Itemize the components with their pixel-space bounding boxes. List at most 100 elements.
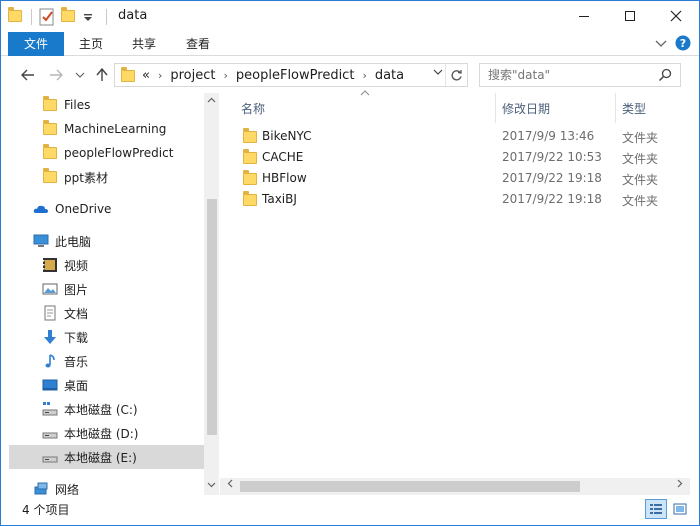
address-bar[interactable]: « › project › peopleFlowPredict › data xyxy=(114,63,468,87)
ribbon-tabs: 文件 主页 共享 查看 ? xyxy=(1,32,699,56)
tab-file[interactable]: 文件 xyxy=(8,32,64,56)
nav-item-machinelearning[interactable]: MachineLearning xyxy=(9,117,204,141)
quick-access-toolbar xyxy=(7,7,113,27)
search-input[interactable] xyxy=(488,68,648,82)
scrollbar-thumb[interactable] xyxy=(240,481,580,492)
folder-icon xyxy=(242,149,258,166)
address-history-button[interactable] xyxy=(433,68,443,79)
breadcrumb-project[interactable]: project xyxy=(170,68,215,83)
navigation-bar: « › project › peopleFlowPredict › data xyxy=(1,57,699,93)
file-modified: 2017/9/22 19:18 xyxy=(502,192,602,206)
nav-item-videos[interactable]: 视频 xyxy=(9,253,204,277)
file-name: BikeNYC xyxy=(262,129,312,143)
folder-icon[interactable] xyxy=(7,7,25,26)
column-divider[interactable] xyxy=(615,93,616,123)
nav-item-files[interactable]: Files xyxy=(9,93,204,117)
chevron-right-icon[interactable]: › xyxy=(362,69,366,82)
chevron-right-icon[interactable]: › xyxy=(158,69,162,82)
recent-locations-button[interactable] xyxy=(71,66,89,84)
file-type: 文件夹 xyxy=(622,173,659,187)
nav-item-desktop[interactable]: 桌面 xyxy=(9,373,204,397)
svg-text:?: ? xyxy=(680,37,686,50)
item-count: 4 个项目 xyxy=(22,503,70,517)
help-icon[interactable]: ? xyxy=(675,35,691,54)
column-header-name[interactable]: 名称 xyxy=(241,98,491,120)
forward-button[interactable] xyxy=(47,66,65,84)
scroll-up-arrow[interactable] xyxy=(204,95,219,110)
nav-item-documents[interactable]: 文档 xyxy=(9,301,204,325)
window-controls xyxy=(561,1,699,31)
nav-item-downloads[interactable]: 下载 xyxy=(9,325,204,349)
file-row[interactable]: CACHE 2017/9/22 10:53 文件夹 xyxy=(220,148,690,169)
toolbar-divider xyxy=(31,9,32,25)
nav-item-ppt-assets[interactable]: ppt素材 xyxy=(9,165,204,189)
column-header-modified[interactable]: 修改日期 xyxy=(502,98,612,120)
nav-item-this-pc[interactable]: 此电脑 xyxy=(9,229,204,253)
nav-item-drive-e[interactable]: 本地磁盘 (E:) xyxy=(9,445,204,469)
computer-icon xyxy=(33,233,49,249)
breadcrumb-peopleflowpredict[interactable]: peopleFlowPredict xyxy=(236,68,355,83)
nav-item-label: OneDrive xyxy=(55,202,112,216)
expand-ribbon-icon[interactable] xyxy=(655,38,667,52)
nav-item-label: 视频 xyxy=(64,258,89,273)
nav-item-onedrive[interactable]: OneDrive xyxy=(9,197,204,221)
file-name: TaxiBJ xyxy=(262,192,297,206)
file-row[interactable]: BikeNYC 2017/9/9 13:46 文件夹 xyxy=(220,127,690,148)
new-folder-icon[interactable] xyxy=(60,7,78,26)
file-modified: 2017/9/22 10:53 xyxy=(502,150,602,164)
tab-share[interactable]: 共享 xyxy=(119,32,169,56)
properties-icon[interactable] xyxy=(38,8,56,26)
download-icon xyxy=(42,329,58,345)
up-button[interactable] xyxy=(93,66,111,84)
drive-icon xyxy=(42,425,58,441)
navigation-scrollbar[interactable] xyxy=(204,93,219,495)
breadcrumb-data[interactable]: data xyxy=(375,68,404,83)
folder-icon xyxy=(42,168,58,185)
nav-item-label: 音乐 xyxy=(64,354,89,369)
maximize-button[interactable] xyxy=(607,1,653,31)
close-button[interactable] xyxy=(653,1,699,31)
scrollbar-thumb[interactable] xyxy=(207,199,217,435)
nav-item-peopleflowpredict[interactable]: peopleFlowPredict xyxy=(9,141,204,165)
scroll-right-arrow[interactable] xyxy=(671,478,688,495)
column-header-type[interactable]: 类型 xyxy=(622,98,682,120)
scroll-down-arrow[interactable] xyxy=(204,479,219,494)
network-icon xyxy=(33,481,49,495)
folder-icon xyxy=(42,144,58,161)
breadcrumb-overflow[interactable]: « xyxy=(142,68,150,83)
nav-item-label: 图片 xyxy=(64,282,89,297)
file-row[interactable]: TaxiBJ 2017/9/22 19:18 文件夹 xyxy=(220,190,690,211)
video-icon xyxy=(42,257,58,273)
nav-item-label: 文档 xyxy=(64,306,89,321)
nav-item-network[interactable]: 网络 xyxy=(9,477,204,495)
scroll-left-arrow[interactable] xyxy=(222,478,239,495)
nav-item-drive-c[interactable]: 本地磁盘 (C:) xyxy=(9,397,204,421)
folder-icon xyxy=(120,67,136,82)
nav-item-label: 本地磁盘 (E:) xyxy=(64,450,137,465)
refresh-button[interactable] xyxy=(445,64,467,86)
column-divider[interactable] xyxy=(495,93,496,123)
details-view-button[interactable] xyxy=(645,499,667,519)
customize-toolbar-icon[interactable] xyxy=(82,8,100,26)
chevron-right-icon[interactable]: › xyxy=(224,69,228,82)
nav-item-music[interactable]: 音乐 xyxy=(9,349,204,373)
large-icons-view-button[interactable] xyxy=(669,499,691,519)
back-button[interactable] xyxy=(19,66,37,84)
file-modified: 2017/9/22 19:18 xyxy=(502,171,602,185)
drive-c-icon xyxy=(42,401,58,417)
search-box[interactable] xyxy=(479,63,681,87)
tab-view[interactable]: 查看 xyxy=(173,32,223,56)
nav-item-pictures[interactable]: 图片 xyxy=(9,277,204,301)
tab-home[interactable]: 主页 xyxy=(67,32,115,56)
nav-item-drive-d[interactable]: 本地磁盘 (D:) xyxy=(9,421,204,445)
search-icon[interactable] xyxy=(658,68,672,85)
music-icon xyxy=(42,353,58,369)
documents-icon xyxy=(42,305,58,321)
file-name: CACHE xyxy=(262,150,304,164)
folder-icon xyxy=(42,96,58,113)
minimize-button[interactable] xyxy=(561,1,607,31)
content-horizontal-scrollbar[interactable] xyxy=(220,478,690,495)
status-bar: 4 个项目 xyxy=(1,496,699,525)
file-row[interactable]: HBFlow 2017/9/22 19:18 文件夹 xyxy=(220,169,690,190)
toolbar-divider xyxy=(106,9,107,25)
